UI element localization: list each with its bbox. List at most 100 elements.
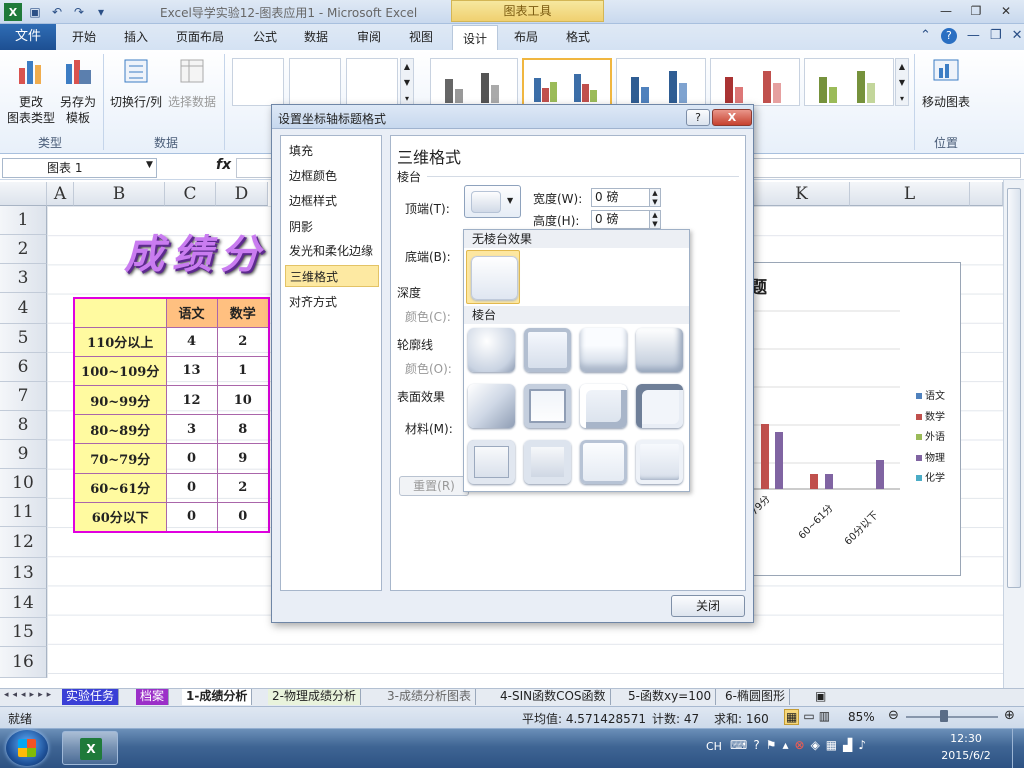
row-header-5[interactable]: 5	[0, 324, 47, 353]
tab-format[interactable]: 格式	[566, 28, 590, 45]
help-tray-icon[interactable]: ?	[753, 738, 759, 752]
tab-design[interactable]: 设计	[452, 25, 499, 51]
bevel-riblet-option[interactable]	[524, 440, 571, 484]
row-header-8[interactable]: 8	[0, 411, 47, 440]
bevel-divot-option[interactable]	[468, 440, 515, 484]
bevel-cross-option[interactable]	[580, 328, 627, 372]
chart-layout-1[interactable]	[232, 58, 284, 106]
chart-bar[interactable]	[825, 474, 833, 489]
table-row-label[interactable]: 110分以上	[73, 326, 167, 357]
tab-insert[interactable]: 插入	[124, 28, 148, 45]
sheet-tab-archive[interactable]: 档案	[136, 689, 170, 705]
sheet-title-wordart[interactable]: 成绩分	[124, 222, 268, 280]
chart-legend[interactable]: 语文 数学 外语 物理 化学	[916, 387, 945, 490]
column-header-c[interactable]: C	[165, 182, 216, 206]
nav-alignment[interactable]: 对齐方式	[285, 291, 379, 313]
workbook-restore-icon[interactable]: ❐	[990, 28, 1002, 44]
table-cell[interactable]: 8	[216, 414, 270, 445]
bevel-art-deco-option[interactable]	[636, 440, 683, 484]
restore-icon[interactable]: ❐	[962, 2, 990, 20]
bevel-circle-option[interactable]	[468, 328, 515, 372]
row-header-10[interactable]: 10	[0, 469, 47, 498]
customize-qat-icon[interactable]: ▾	[92, 3, 110, 21]
sheet-tab-score-analysis[interactable]: 1-成绩分析	[182, 689, 253, 705]
tab-layout[interactable]: 布局	[514, 28, 538, 45]
tray-error-icon[interactable]: ⊗	[795, 738, 805, 752]
name-box[interactable]: 图表 1	[2, 158, 157, 178]
row-header-9[interactable]: 9	[0, 440, 47, 469]
name-box-dropdown-icon[interactable]: ▼	[146, 160, 153, 170]
chart-bar[interactable]	[876, 460, 884, 489]
column-header-l[interactable]: L	[850, 182, 970, 206]
bevel-relaxed-inset-option[interactable]	[524, 328, 571, 372]
layout-gallery-scroll[interactable]: ▲ ▼ ▾	[400, 58, 414, 106]
page-break-view-icon[interactable]: ▥	[819, 709, 830, 725]
row-header-3[interactable]: 3	[0, 264, 47, 293]
bevel-angle-option[interactable]	[468, 384, 515, 428]
bevel-none-option[interactable]	[466, 250, 520, 304]
sheet-tab-sin-cos[interactable]: 4-SIN函数COS函数	[496, 689, 611, 705]
chart-style-4[interactable]	[710, 58, 800, 106]
volume-icon[interactable]: ♪	[858, 738, 866, 752]
table-row-label[interactable]: 60分以下	[73, 501, 167, 533]
table-cell[interactable]: 10	[216, 385, 270, 416]
sheet-tab-physics[interactable]: 2-物理成绩分析	[268, 689, 361, 705]
sheet-tab-task[interactable]: 实验任务	[62, 689, 120, 705]
chart-layout-3[interactable]	[346, 58, 398, 106]
nav-fill[interactable]: 填充	[285, 140, 379, 162]
chart-bar[interactable]	[810, 474, 818, 489]
select-all-corner[interactable]	[0, 182, 47, 206]
column-header-d[interactable]: D	[216, 182, 268, 206]
tab-home[interactable]: 开始	[72, 28, 96, 45]
clock-time[interactable]: 12:30	[944, 732, 988, 745]
column-header-b[interactable]: B	[74, 182, 165, 206]
height-spinner[interactable]: ▲ ▼	[649, 210, 661, 229]
zoom-level[interactable]: 85%	[848, 710, 875, 724]
column-header-a[interactable]: A	[47, 182, 74, 206]
chart-layout-2[interactable]	[289, 58, 341, 106]
vertical-scrollbar[interactable]	[1003, 180, 1024, 688]
top-bevel-dropdown[interactable]: ▼	[464, 185, 521, 218]
table-row-label[interactable]: 80~89分	[73, 414, 167, 445]
page-layout-view-icon[interactable]: ▭	[803, 709, 814, 725]
tray-flag-icon[interactable]: ⚑	[766, 738, 777, 752]
zoom-out-icon[interactable]: ⊖	[888, 708, 899, 723]
bevel-slope-option[interactable]	[636, 384, 683, 428]
table-header-chinese[interactable]: 语文	[165, 297, 218, 328]
table-cell[interactable]: 9	[216, 443, 270, 474]
width-spinner[interactable]: ▲ ▼	[649, 188, 661, 207]
dialog-help-button[interactable]: ?	[686, 109, 710, 126]
zoom-slider-thumb[interactable]	[940, 710, 948, 722]
row-header-2[interactable]: 2	[0, 235, 47, 264]
table-cell[interactable]: 0	[165, 472, 218, 503]
row-header-14[interactable]: 14	[0, 589, 47, 618]
nav-glow-soft-edges[interactable]: 发光和柔化边缘	[285, 240, 379, 262]
tray-windows-icon[interactable]: ▦	[826, 738, 837, 752]
bevel-convex-option[interactable]	[580, 384, 627, 428]
nav-border-color[interactable]: 边框颜色	[285, 165, 379, 187]
row-header-7[interactable]: 7	[0, 382, 47, 411]
workbook-close-icon[interactable]: ✕	[1012, 28, 1023, 44]
column-header-m[interactable]	[970, 182, 1003, 206]
table-cell[interactable]: 12	[165, 385, 218, 416]
network-icon[interactable]: ▟	[843, 738, 852, 752]
table-row-label[interactable]: 70~79分	[73, 443, 167, 474]
table-header-math[interactable]: 数学	[216, 297, 270, 328]
save-icon[interactable]: ▣	[26, 3, 44, 21]
row-header-13[interactable]: 13	[0, 558, 47, 589]
embedded-chart[interactable]: 题 79分 60~61分 60分以下 语文 数学 外语 物理 化学	[735, 262, 961, 576]
table-cell[interactable]: 4	[165, 326, 218, 357]
row-header-6[interactable]: 6	[0, 353, 47, 382]
bevel-hard-edge-option[interactable]	[580, 440, 627, 484]
tray-app-icon[interactable]: ◈	[811, 738, 820, 752]
move-chart-button[interactable]: 移动图表	[920, 56, 972, 110]
tab-review[interactable]: 审阅	[357, 28, 381, 45]
row-header-12[interactable]: 12	[0, 527, 47, 558]
insert-sheet-icon[interactable]: ▣	[815, 689, 826, 703]
zoom-in-icon[interactable]: ⊕	[1004, 708, 1015, 723]
tab-page-layout[interactable]: 页面布局	[176, 28, 224, 45]
column-header-k[interactable]: K	[754, 182, 850, 206]
nav-border-style[interactable]: 边框样式	[285, 190, 379, 212]
undo-icon[interactable]: ↶	[48, 3, 66, 21]
table-cell[interactable]: 2	[216, 472, 270, 503]
